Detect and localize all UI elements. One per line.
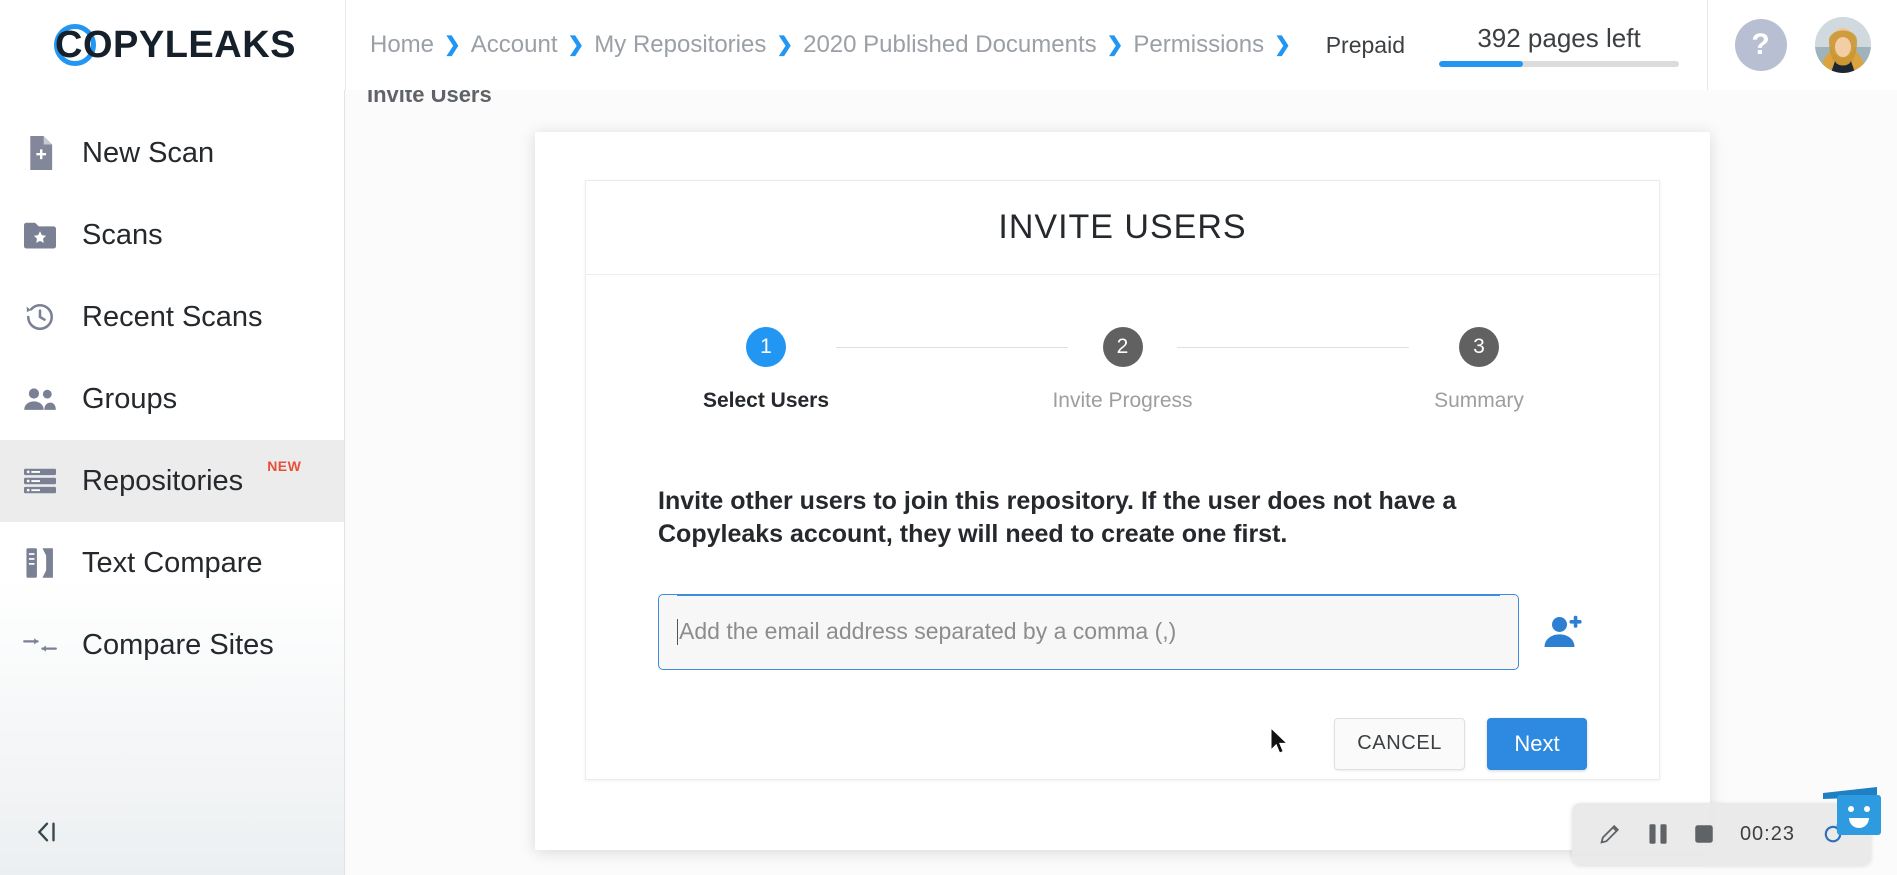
sidebar-item-label: Repositories <box>82 464 244 497</box>
quota-progress-track <box>1439 61 1679 67</box>
step-number: 2 <box>1102 327 1143 367</box>
compare-arrows-icon <box>20 625 60 665</box>
plan-label: Prepaid <box>1325 31 1405 58</box>
step-invite-progress[interactable]: 2 Invite Progress <box>1013 327 1233 413</box>
sidebar-item-groups[interactable]: Groups <box>0 358 344 440</box>
chevron-right-icon: ❯ <box>776 34 794 56</box>
cancel-button[interactable]: CANCEL <box>1334 717 1465 770</box>
recording-timer: 00:23 <box>1739 822 1795 845</box>
invite-users-modal: INVITE USERS 1 Select Users 2 Invite Pro… <box>535 132 1710 850</box>
breadcrumb: Home ❯ Account ❯ My Repositories ❯ 2020 … <box>370 31 1326 59</box>
pencil-icon[interactable] <box>1598 822 1622 846</box>
wizard-card: INVITE USERS 1 Select Users 2 Invite Pro… <box>585 180 1660 780</box>
breadcrumb-item-home[interactable]: Home <box>370 31 434 59</box>
content-area: Invite Users INVITE USERS 1 Select Users… <box>345 82 1897 875</box>
step-label: Summary <box>1434 389 1524 412</box>
modal-title: INVITE USERS <box>586 181 1659 275</box>
step-label: Invite Progress <box>1052 389 1193 412</box>
document-add-icon <box>20 133 60 173</box>
sidebar-nav: New Scan Scans Recent Scans Groups Repos… <box>0 90 344 686</box>
avatar[interactable] <box>1814 17 1871 73</box>
brand-name: COPYLEAKS <box>55 23 296 66</box>
sidebar-item-label: Scans <box>82 218 163 251</box>
sidebar-item-label: Text Compare <box>82 546 263 579</box>
step-number: 3 <box>1459 327 1499 367</box>
breadcrumb-item-account[interactable]: Account <box>471 31 558 59</box>
status-badge: NEW <box>267 458 302 474</box>
top-bar: COPYLEAKS Home ❯ Account ❯ My Repositori… <box>0 0 1897 90</box>
sidebar-item-text-compare[interactable]: Text Compare <box>0 522 344 604</box>
text-caret <box>677 618 678 645</box>
step-select-users[interactable]: 1 Select Users <box>656 327 876 413</box>
people-icon <box>20 379 60 419</box>
step-label: Select Users <box>702 389 830 412</box>
breadcrumb-item-my-repositories[interactable]: My Repositories <box>594 31 766 59</box>
next-button[interactable]: Next <box>1487 717 1587 770</box>
top-bar-right: ? <box>1707 0 1897 90</box>
chevron-right-icon: ❯ <box>567 34 585 56</box>
modal-actions: CANCEL Next <box>658 717 1587 770</box>
sidebar-item-repositories[interactable]: Repositories NEW <box>0 440 344 522</box>
help-icon[interactable]: ? <box>1734 19 1787 71</box>
breadcrumb-item-2020-published-documents[interactable]: 2020 Published Documents <box>803 31 1097 59</box>
sidebar-item-label: Recent Scans <box>82 300 263 333</box>
chevron-right-icon: ❯ <box>1106 34 1124 56</box>
sidebar-item-new-scan[interactable]: New Scan <box>0 112 344 194</box>
sidebar-item-label: Groups <box>82 382 178 415</box>
screen-recorder-toolbar: 00:23 <box>1571 803 1871 865</box>
sidebar-item-scans[interactable]: Scans <box>0 194 344 276</box>
brand-logo[interactable]: COPYLEAKS <box>0 0 345 90</box>
stop-icon[interactable] <box>1694 824 1714 844</box>
pages-quota-meter[interactable]: 392 pages left <box>1439 23 1679 67</box>
quota-progress-fill <box>1439 61 1523 67</box>
step-number: 1 <box>746 327 786 367</box>
top-bar-main: Home ❯ Account ❯ My Repositories ❯ 2020 … <box>345 0 1707 90</box>
wizard-stepper: 1 Select Users 2 Invite Progress 3 Summa… <box>656 327 1589 413</box>
email-field-row: Add the email address separated by a com… <box>658 593 1587 670</box>
sidebar-item-compare-sites[interactable]: Compare Sites <box>0 604 344 686</box>
history-clock-icon <box>20 297 60 337</box>
folder-star-icon <box>20 215 60 255</box>
sidebar: New Scan Scans Recent Scans Groups Repos… <box>0 90 345 875</box>
collapse-sidebar-icon[interactable] <box>34 819 60 845</box>
sidebar-item-label: Compare Sites <box>82 628 274 661</box>
restart-icon[interactable] <box>1821 822 1845 846</box>
email-input[interactable]: Add the email address separated by a com… <box>658 593 1519 670</box>
list-rows-icon <box>20 461 60 501</box>
chevron-right-icon: ❯ <box>444 34 461 56</box>
sidebar-item-recent-scans[interactable]: Recent Scans <box>0 276 344 358</box>
email-input-placeholder: Add the email address separated by a com… <box>679 618 1177 644</box>
invite-description: Invite other users to join this reposito… <box>658 487 1457 549</box>
quota-area: Prepaid 392 pages left <box>1326 23 1707 67</box>
sidebar-item-label: New Scan <box>82 136 215 169</box>
pause-icon[interactable] <box>1648 823 1668 845</box>
breadcrumb-item-permissions[interactable]: Permissions <box>1133 31 1264 59</box>
add-person-icon[interactable] <box>1541 609 1587 655</box>
compare-pages-icon <box>20 543 60 583</box>
step-summary[interactable]: 3 Summary <box>1369 327 1589 413</box>
app-root: COPYLEAKS Home ❯ Account ❯ My Repositori… <box>0 0 1897 875</box>
pages-left-label: 392 pages left <box>1477 23 1641 53</box>
chevron-right-icon: ❯ <box>1274 34 1291 56</box>
